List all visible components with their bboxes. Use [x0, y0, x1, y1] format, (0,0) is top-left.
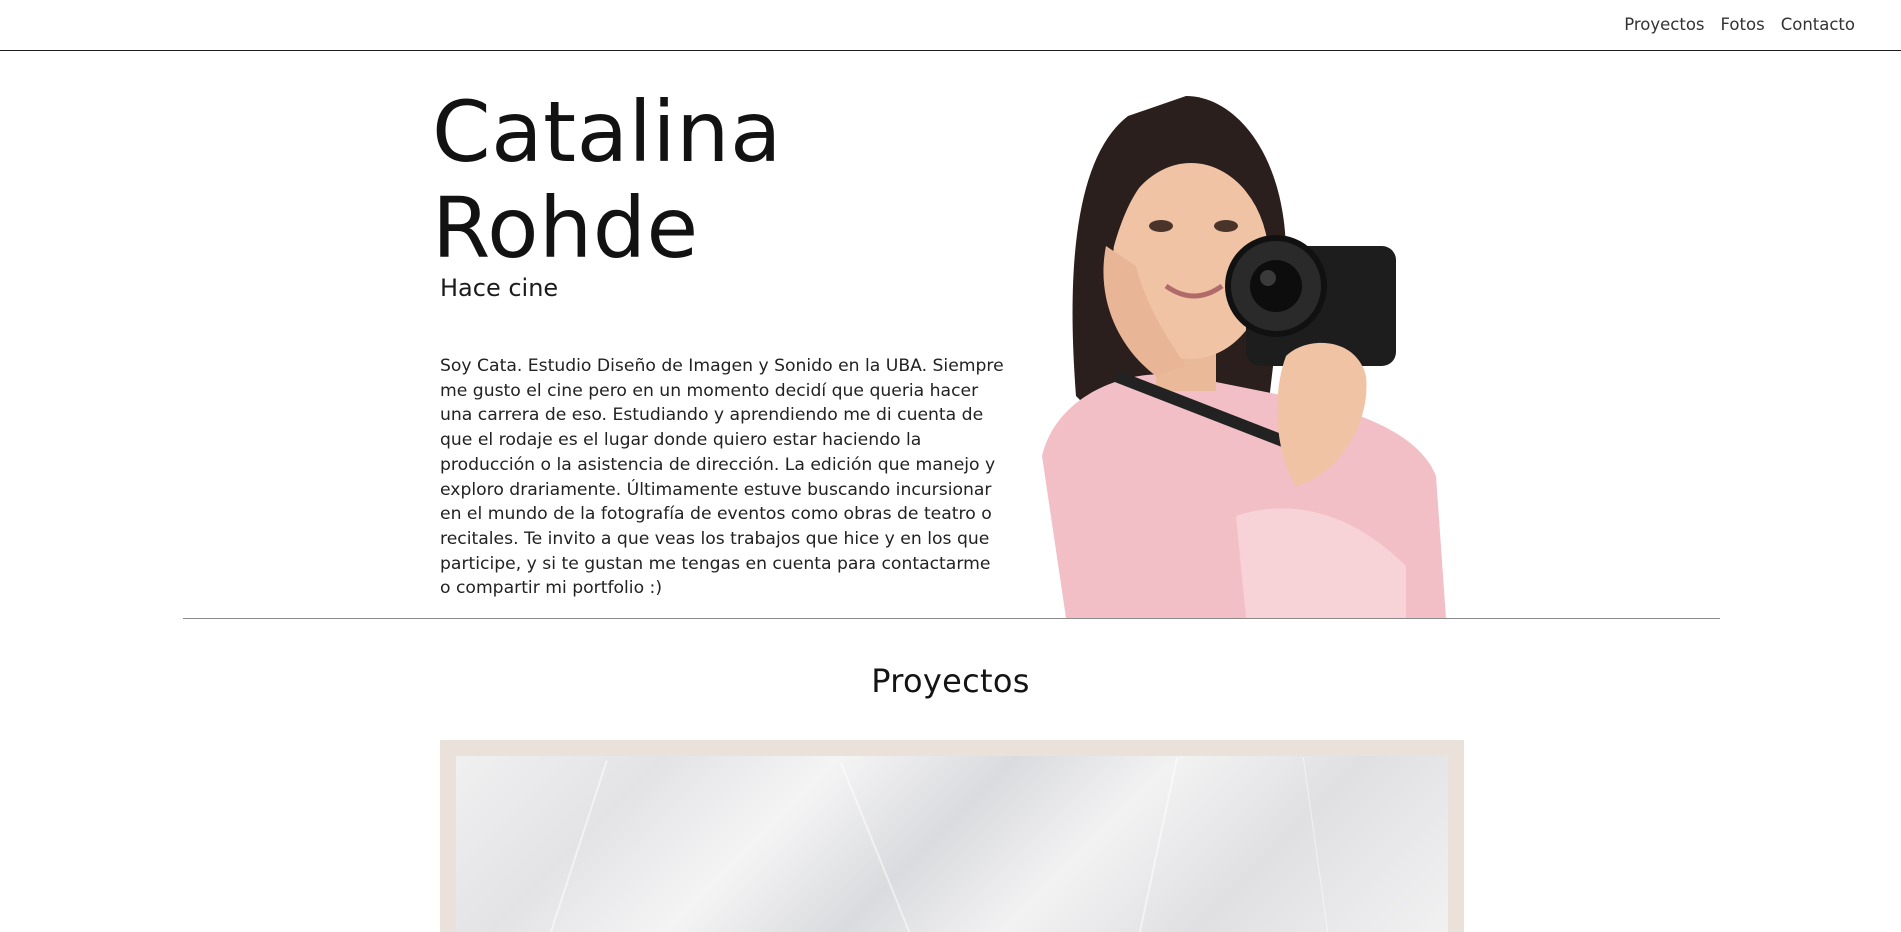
project-thumbnail	[456, 756, 1448, 932]
project-card[interactable]	[440, 740, 1464, 932]
nav-link-proyectos[interactable]: Proyectos	[1624, 15, 1704, 34]
hero-name-last: Rohde	[432, 179, 699, 277]
section-divider	[183, 618, 1720, 619]
projects-section-title: Proyectos	[871, 662, 1030, 700]
bio-paragraph: Soy Cata. Estudio Diseño de Imagen y Son…	[440, 356, 1004, 599]
top-navbar: Proyectos Fotos Contacto	[0, 0, 1901, 51]
hero-name: Catalina Rohde	[432, 84, 782, 276]
nav-link-fotos[interactable]: Fotos	[1721, 15, 1765, 34]
portrait-photo	[1042, 96, 1446, 618]
hero-name-first: Catalina	[432, 83, 782, 181]
nav-links: Proyectos Fotos Contacto	[1624, 15, 1855, 34]
nav-link-contacto[interactable]: Contacto	[1781, 15, 1855, 34]
hero-subtitle: Hace cine	[440, 274, 559, 302]
